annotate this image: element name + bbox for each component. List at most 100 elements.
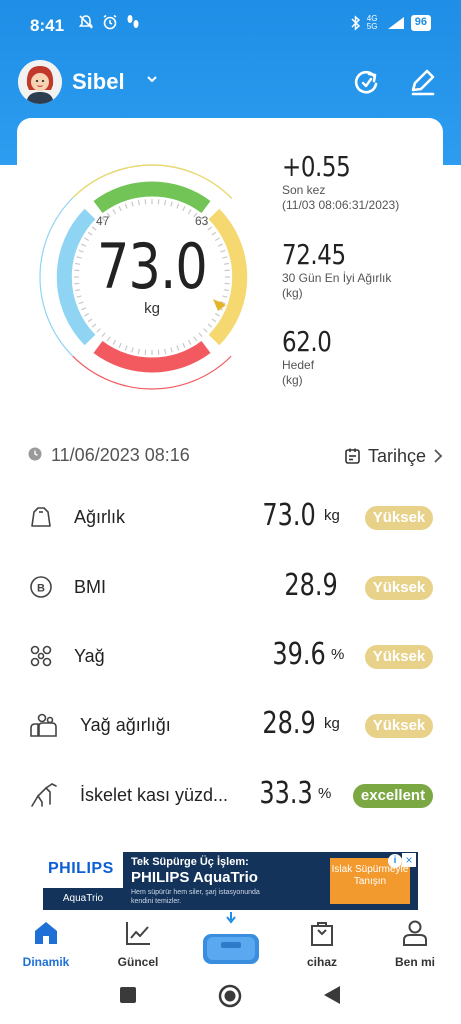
gauge-tick-mark <box>211 318 217 323</box>
metric-label: İskelet kası yüzd... <box>80 785 229 805</box>
gauge-tick-mark <box>182 206 186 212</box>
bottom-navigation: Dinamik Güncel cihaz Ben mi <box>0 910 461 969</box>
metric-value: 28.9 <box>284 568 338 603</box>
gauge-tick-mark <box>176 203 180 209</box>
fat-mass-icon <box>30 713 57 737</box>
battery-indicator: 96 <box>410 15 431 31</box>
ad-close-icon[interactable]: × <box>402 853 416 867</box>
metric-unit: kg <box>324 507 340 524</box>
ad-headline: Tek Süpürge Üç İşlem: <box>131 856 249 868</box>
nav-item-ben-mi[interactable]: Ben mi <box>380 918 450 969</box>
network-label: 4G 5G <box>366 14 378 31</box>
ad-product-name: PHILIPS AquaTrio <box>131 869 258 886</box>
stat-label-sub: (kg) <box>282 286 303 300</box>
ad-info-icon[interactable]: i <box>388 854 402 868</box>
nav-label: Ben mi <box>394 955 435 969</box>
gauge-tick-mark <box>170 201 173 207</box>
nav-label: cihaz <box>306 955 337 969</box>
skeletal-muscle-icon <box>31 783 57 807</box>
metric-value: 33.3 <box>259 776 313 811</box>
metric-row-skeletal-muscle[interactable]: İskelet kası yüzd... 33.3 % excellent <box>0 774 461 818</box>
bluetooth-icon <box>351 15 360 31</box>
metric-row-fat-mass[interactable]: Yağ ağırlığı 28.9 kg Yüksek <box>0 704 461 748</box>
metric-unit: kg <box>324 715 340 732</box>
stat-target-weight: 62.0 Hedef (kg) <box>282 325 342 388</box>
fat-icon <box>30 645 52 667</box>
app-header: Sibel <box>0 58 461 108</box>
signal-icon <box>387 17 404 29</box>
chevron-down-icon[interactable] <box>145 72 159 86</box>
edit-icon[interactable] <box>404 64 440 100</box>
current-weight-value: 73.0 <box>97 230 208 303</box>
gauge-tick-mark <box>137 348 140 354</box>
scale-icon[interactable] <box>201 910 261 968</box>
stat-best-weight: 72.45 30 Gün En İyi Ağırlık (kg) <box>282 238 391 301</box>
user-icon <box>403 920 427 946</box>
status-badge: Yüksek <box>365 645 433 669</box>
nav-item-cihaz[interactable]: cihaz <box>287 918 357 969</box>
chevron-right-icon <box>434 449 443 463</box>
current-weight-unit: kg <box>144 300 160 317</box>
back-icon[interactable] <box>322 984 342 1006</box>
gauge-tick-mark <box>193 336 198 342</box>
stat-value: +0.55 <box>282 150 351 183</box>
metric-value: 28.9 <box>262 706 316 741</box>
nav-label: Güncel <box>117 955 159 969</box>
ad-brand-name: PHILIPS <box>48 860 114 877</box>
stat-value: 62.0 <box>282 325 332 358</box>
history-label: Tarihçe <box>367 445 426 466</box>
metric-label: Yağ <box>74 646 105 666</box>
history-icon <box>345 448 360 464</box>
recent-apps-icon[interactable] <box>119 986 137 1004</box>
metric-value: 39.6 <box>272 637 326 672</box>
gauge-tick-mark <box>170 347 173 353</box>
gauge-tick-mark <box>106 336 111 342</box>
gauge-tick-mark <box>118 206 122 212</box>
metric-row-weight[interactable]: Ağırlık 73.0 kg Yüksek <box>0 496 461 540</box>
ad-brand-sub: AquaTrio <box>43 888 123 910</box>
gauge-tick-mark <box>131 347 134 353</box>
steps-icon <box>127 15 139 28</box>
gauge-tick-mark <box>198 332 203 338</box>
stat-label-sub: (11/03 08:06:31/2023) <box>282 198 400 212</box>
history-button[interactable]: Tarihçe <box>344 442 444 470</box>
stat-last-change: +0.55 Son kez (11/03 08:06:31/2023) <box>282 150 399 213</box>
metric-value: 73.0 <box>262 498 316 533</box>
status-icons-left <box>78 14 140 30</box>
clock-icon <box>28 447 42 461</box>
alarm-icon <box>103 14 117 30</box>
metric-row-bmi[interactable]: B BMI 28.9 Yüksek <box>0 566 461 610</box>
gauge-tick-mark <box>203 328 208 333</box>
home-button-icon[interactable] <box>218 984 242 1008</box>
ad-banner[interactable]: PHILIPS AquaTrio Tek Süpürge Üç İşlem: P… <box>43 852 418 910</box>
gauge-tick-mark <box>124 345 128 351</box>
gauge-tick-mark <box>91 323 97 328</box>
metric-label: Ağırlık <box>74 507 126 527</box>
gauge-tick-mark <box>118 342 122 348</box>
avatar[interactable] <box>18 60 62 104</box>
home-icon <box>35 922 57 944</box>
ad-brand-block: PHILIPS AquaTrio <box>43 852 123 910</box>
status-badge: Yüksek <box>365 576 433 600</box>
sync-icon[interactable] <box>348 64 384 100</box>
gauge-tick-mark <box>164 348 167 354</box>
metric-row-fat[interactable]: Yağ 39.6 % Yüksek <box>0 635 461 679</box>
nav-item-dinamik[interactable]: Dinamik <box>11 918 81 969</box>
gauge-tick-mark <box>96 328 101 333</box>
gauge-tick-mark <box>176 345 180 351</box>
gauge-tick-mark <box>112 209 117 215</box>
gauge-tick-mark <box>101 332 106 338</box>
gauge-tick-mark <box>187 339 192 345</box>
svg-text:B: B <box>37 583 45 595</box>
gauge-tick-mark <box>112 339 117 345</box>
stat-label: Hedef <box>282 358 315 372</box>
nav-label: Dinamik <box>22 955 70 969</box>
measurement-datetime-row: 11/06/2023 08:16 Tarihçe <box>28 442 444 470</box>
status-badge: Yüksek <box>365 506 433 530</box>
nav-item-guncel[interactable]: Güncel <box>103 918 173 969</box>
status-bar: 8:41 4G 5G 96 <box>0 0 461 52</box>
ad-description: Hem süpürür hem siler, şarj istasyonunda… <box>131 889 260 905</box>
bmi-icon: B <box>30 576 52 598</box>
mute-bell-icon <box>78 15 94 29</box>
username[interactable]: Sibel <box>72 69 125 95</box>
